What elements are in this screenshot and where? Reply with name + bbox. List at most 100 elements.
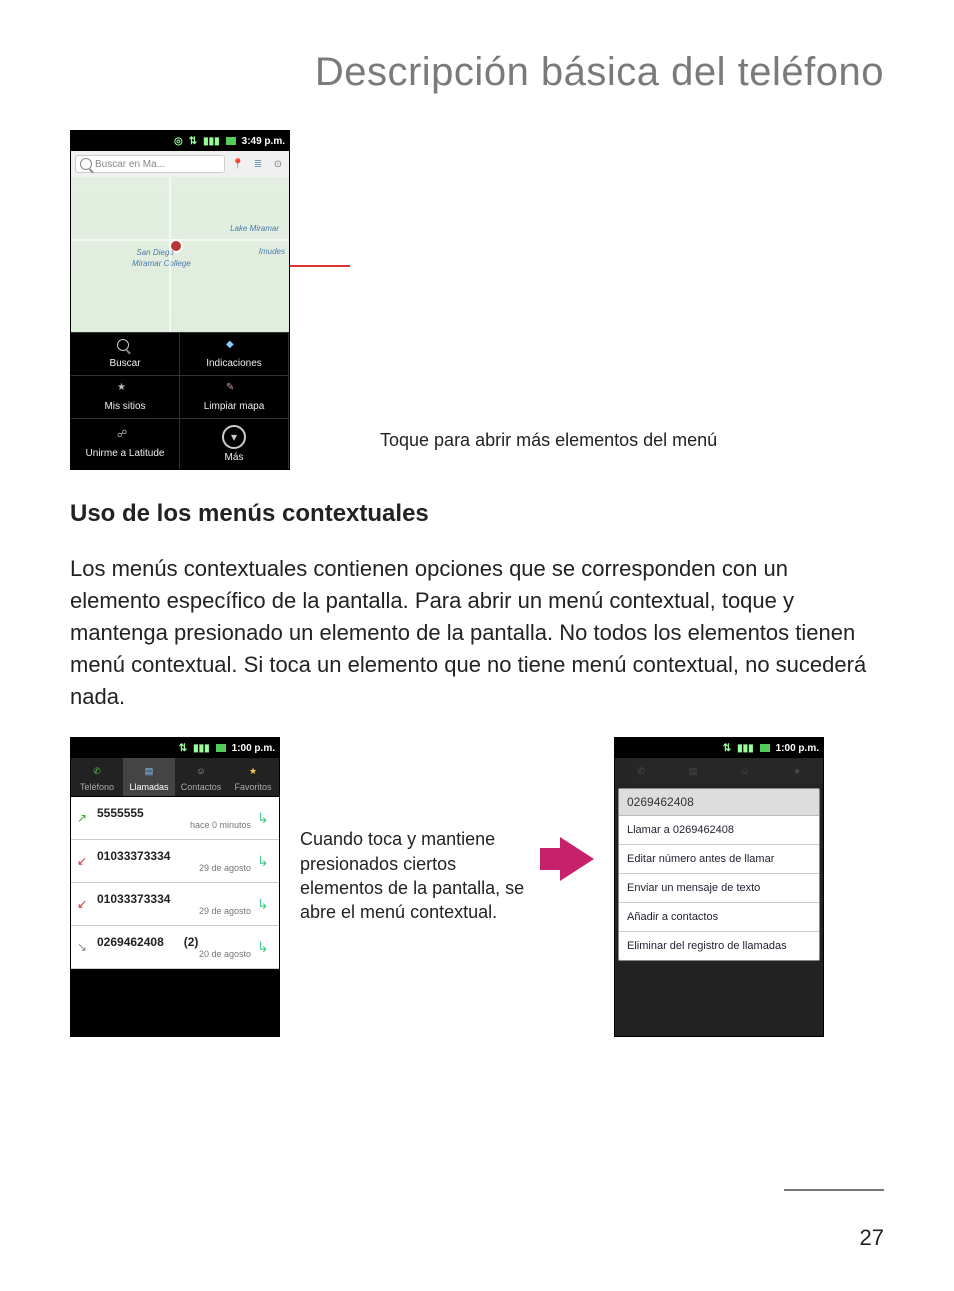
callout-connector (290, 265, 350, 267)
tab-label: Llamadas (129, 782, 168, 792)
signal-icon: ▮▮▮ (203, 136, 220, 147)
battery-icon (760, 744, 770, 752)
status-bar: ◎ ⇅ ▮▮▮ 3:49 p.m. (71, 131, 289, 151)
map-search-input[interactable]: Buscar en Ma... (75, 155, 225, 173)
log-icon: ▤ (140, 762, 158, 780)
map-canvas[interactable]: Lake Miramar San Diego Miramar College I… (71, 177, 289, 332)
call-time: 29 de agosto (97, 906, 251, 916)
menu-item-search[interactable]: Buscar (71, 332, 180, 375)
menu-item-clear-map[interactable]: ✎ Limpiar mapa (180, 375, 289, 418)
menu-label: Buscar (109, 358, 140, 369)
status-time: 1:00 p.m. (776, 743, 819, 754)
menu-label: Más (225, 452, 244, 463)
page-number: 27 (860, 1225, 884, 1251)
call-icon[interactable]: ↳ (257, 853, 273, 870)
data-icon: ⇅ (179, 743, 187, 754)
call-time: 20 de agosto (97, 949, 251, 959)
tab-label: Teléfono (80, 782, 114, 792)
signal-icon: ▮▮▮ (737, 743, 754, 754)
context-menu-panel: 0269462408 Llamar a 0269462408 Editar nú… (618, 788, 820, 961)
search-placeholder: Buscar en Ma... (95, 159, 165, 170)
call-number: 01033373334 (97, 849, 251, 863)
status-time: 1:00 p.m. (232, 743, 275, 754)
map-label-spot1: San Diego (136, 248, 173, 257)
battery-icon (226, 137, 236, 145)
tab-contacts-dimmed: ☺ (719, 758, 771, 784)
options-menu: Buscar ◆ Indicaciones ★ Mis sitios ✎ Lim… (71, 332, 289, 469)
incoming-icon: ↘ (77, 940, 91, 954)
call-log-screenshot: ⇅ ▮▮▮ 1:00 p.m. ✆ Teléfono ▤ Llamadas ☺ … (70, 737, 280, 1037)
call-row[interactable]: ↗ 5555555 hace 0 minutos ↳ (71, 797, 279, 840)
maps-screenshot: ◎ ⇅ ▮▮▮ 3:49 p.m. Buscar en Ma... 📍 ≣ ⊙ … (70, 130, 290, 470)
call-icon[interactable]: ↳ (257, 896, 273, 913)
menu-label: Limpiar mapa (204, 401, 265, 412)
call-icon[interactable]: ↳ (257, 810, 273, 827)
context-menu-heading: Uso de los menús contextuales (70, 500, 884, 528)
menu-label: Unirme a Latitude (86, 448, 165, 459)
menu-item-join-latitude[interactable]: ☍ Unirme a Latitude (71, 418, 180, 469)
dialer-tabs: ✆ Teléfono ▤ Llamadas ☺ Contactos ★ Favo… (71, 758, 279, 797)
missed-icon: ↙ (77, 897, 91, 911)
tab-phone-dimmed: ✆ (615, 758, 667, 784)
call-row[interactable]: ↙ 01033373334 29 de agosto ↳ (71, 883, 279, 926)
call-time: 29 de agosto (97, 863, 251, 873)
ctx-item-add-contact[interactable]: Añadir a contactos (619, 903, 819, 932)
phone-icon: ✆ (88, 762, 106, 780)
call-icon[interactable]: ↳ (257, 939, 273, 956)
menu-item-my-places[interactable]: ★ Mis sitios (71, 375, 180, 418)
directions-icon: ◆ (226, 339, 242, 355)
context-menu-title: 0269462408 (619, 789, 819, 816)
context-menu-paragraph: Los menús contextuales contienen opcione… (70, 553, 884, 712)
latitude-icon: ☍ (117, 429, 133, 445)
call-time: hace 0 minutos (97, 820, 251, 830)
ctx-item-delete-log[interactable]: Eliminar del registro de llamadas (619, 932, 819, 960)
call-log-empty-area (71, 969, 279, 1036)
star-icon: ★ (244, 762, 262, 780)
status-time: 3:49 p.m. (242, 136, 285, 147)
context-menu-caption: Cuando toca y mantiene presionados ciert… (300, 737, 540, 924)
ctx-item-call[interactable]: Llamar a 0269462408 (619, 816, 819, 845)
call-number: 01033373334 (97, 892, 251, 906)
tab-favorites[interactable]: ★ Favoritos (227, 758, 279, 796)
missed-icon: ↙ (77, 854, 91, 868)
tab-contacts[interactable]: ☺ Contactos (175, 758, 227, 796)
menu-item-directions[interactable]: ◆ Indicaciones (180, 332, 289, 375)
tab-label: Favoritos (234, 782, 271, 792)
mylocation-icon[interactable]: ⊙ (271, 157, 285, 171)
ctx-item-send-sms[interactable]: Enviar un mensaje de texto (619, 874, 819, 903)
tab-calls[interactable]: ▤ Llamadas (123, 758, 175, 796)
brush-icon: ✎ (226, 382, 242, 398)
arrow-icon (560, 837, 594, 881)
tab-label: Contactos (181, 782, 222, 792)
footer-rule (784, 1189, 884, 1191)
call-number: 0269462408 (97, 935, 164, 949)
tab-phone[interactable]: ✆ Teléfono (71, 758, 123, 796)
menu-label: Indicaciones (206, 358, 262, 369)
signal-icon: ▮▮▮ (193, 743, 210, 754)
call-count: (2) (184, 935, 199, 949)
data-icon: ⇅ (723, 743, 731, 754)
more-menu-callout: Toque para abrir más elementos del menú (380, 428, 717, 452)
arrow-indicator (560, 737, 594, 881)
search-icon (117, 339, 133, 355)
battery-icon (216, 744, 226, 752)
tab-favorites-dimmed: ★ (771, 758, 823, 784)
map-label-spot2: Miramar College (132, 259, 191, 268)
call-row[interactable]: ↙ 01033373334 29 de agosto ↳ (71, 840, 279, 883)
context-menu-screenshot: ⇅ ▮▮▮ 1:00 p.m. ✆ ▤ ☺ ★ 0269462408 Llama… (614, 737, 824, 1037)
outgoing-icon: ↗ (77, 811, 91, 825)
status-bar: ⇅ ▮▮▮ 1:00 p.m. (615, 738, 823, 758)
gps-icon: ◎ (174, 136, 183, 147)
places-icon[interactable]: 📍 (231, 157, 245, 171)
call-row[interactable]: ↘ 0269462408 (2) 20 de agosto ↳ (71, 926, 279, 969)
call-number: 5555555 (97, 806, 251, 820)
menu-item-more[interactable]: ▾ Más (180, 418, 289, 469)
contacts-icon: ☺ (192, 762, 210, 780)
page-title: Descripción básica del teléfono (70, 50, 884, 95)
more-icon: ▾ (222, 425, 246, 449)
menu-label: Mis sitios (104, 401, 145, 412)
data-icon: ⇅ (189, 136, 197, 147)
layers-icon[interactable]: ≣ (251, 157, 265, 171)
status-bar: ⇅ ▮▮▮ 1:00 p.m. (71, 738, 279, 758)
ctx-item-edit-before-call[interactable]: Editar número antes de llamar (619, 845, 819, 874)
